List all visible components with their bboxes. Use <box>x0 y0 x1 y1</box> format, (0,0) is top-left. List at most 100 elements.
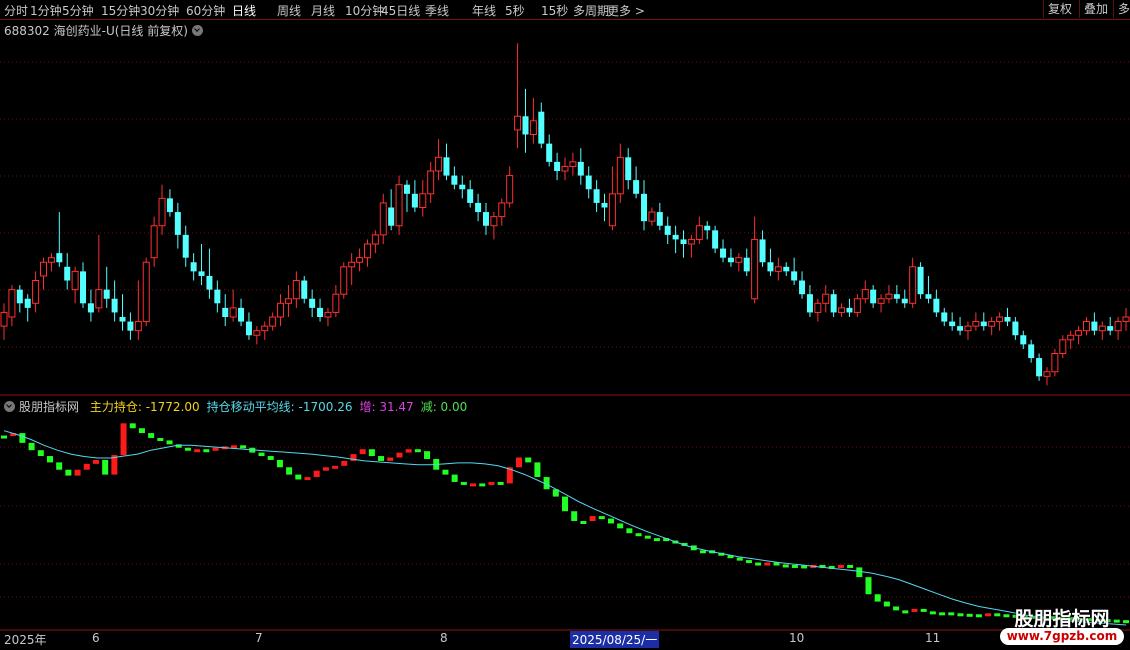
candle-body-90 <box>712 230 719 249</box>
ind-bar-33 <box>304 477 311 481</box>
candle-body-28 <box>222 307 229 317</box>
toolbar-button-0[interactable]: 复权 <box>1043 0 1076 18</box>
chevron-down-icon[interactable] <box>4 401 15 412</box>
candle-body-47 <box>371 234 379 245</box>
candle-body-24 <box>190 262 197 272</box>
candle-body-132 <box>1043 371 1051 377</box>
watermark: 股朋指标网 www.7gpzb.com <box>998 604 1126 646</box>
candle-body-81 <box>641 193 648 222</box>
candle-body-46 <box>363 243 371 259</box>
candle-body-54 <box>427 170 435 195</box>
candle-body-99 <box>783 266 790 272</box>
ind-bar-39 <box>359 449 366 455</box>
tab-period-4[interactable]: 30分钟 <box>140 2 179 19</box>
tab-period-1[interactable]: 1分钟 <box>30 2 62 19</box>
candle-body-51 <box>403 184 410 194</box>
candle-body-124 <box>980 321 987 327</box>
candle-body-117 <box>925 294 932 299</box>
ind-bar-34 <box>313 470 320 478</box>
toolbar-button-1[interactable]: 叠加 <box>1079 0 1112 18</box>
candle-body-63 <box>498 202 506 218</box>
ind-bar-106 <box>975 614 982 618</box>
tab-period-10[interactable]: 45日线 <box>381 2 420 19</box>
toolbar-button-2[interactable]: 多 <box>1113 0 1130 18</box>
ind-bar-14 <box>129 423 136 429</box>
tab-period-16[interactable]: 更多 > <box>607 2 645 19</box>
candle-body-137 <box>1082 321 1090 332</box>
ind-bar-69 <box>635 533 642 537</box>
candle-body-91 <box>720 248 727 258</box>
tab-period-14[interactable]: 15秒 <box>541 2 568 19</box>
candle-body-45 <box>356 257 364 263</box>
candle-body-72 <box>569 161 577 167</box>
tab-period-11[interactable]: 季线 <box>425 2 449 19</box>
candle-body-30 <box>238 307 245 322</box>
candle-body-106 <box>838 307 846 313</box>
candle-body-135 <box>1067 334 1075 341</box>
candle-body-42 <box>332 293 340 313</box>
ind-bar-46 <box>424 451 431 459</box>
ind-bar-20 <box>184 447 191 451</box>
candle-body-84 <box>664 225 671 235</box>
ind-bar-80 <box>736 557 743 561</box>
candle-body-87 <box>687 238 695 245</box>
tab-period-12[interactable]: 年线 <box>472 2 496 19</box>
candle-body-44 <box>348 261 356 268</box>
candle-body-13 <box>103 289 110 299</box>
tab-period-13[interactable]: 5秒 <box>505 2 525 19</box>
candle-body-112 <box>885 293 893 300</box>
ind-bar-16 <box>148 433 155 438</box>
candle-body-97 <box>767 262 774 272</box>
candle-body-95 <box>751 238 759 300</box>
ind-bar-66 <box>607 518 614 524</box>
ind-bar-96 <box>883 601 890 607</box>
moving-average-line <box>3 430 1127 626</box>
tab-period-8[interactable]: 月线 <box>311 2 335 19</box>
tab-period-6[interactable]: 日线 <box>232 2 256 19</box>
indicator-name: 股朋指标网 <box>19 400 80 414</box>
candle-body-36 <box>284 298 292 304</box>
tab-period-2[interactable]: 5分钟 <box>62 2 94 19</box>
candle-body-38 <box>301 280 308 299</box>
ind-bar-0 <box>1 435 7 439</box>
candlestick-chart[interactable] <box>0 20 1130 396</box>
ind-bar-61 <box>562 496 568 512</box>
candle-body-136 <box>1075 330 1083 336</box>
candle-body-67 <box>529 120 537 135</box>
tab-period-15[interactable]: 多周期 <box>573 2 609 19</box>
ind-bar-91 <box>837 564 844 568</box>
candle-body-107 <box>846 307 853 313</box>
ind-bar-81 <box>745 560 752 564</box>
ind-bar-93 <box>856 567 863 578</box>
candle-body-89 <box>704 225 711 231</box>
candle-body-88 <box>695 225 703 240</box>
candle-body-15 <box>119 317 126 322</box>
candle-body-9 <box>71 270 79 291</box>
ind-bar-99 <box>911 608 918 612</box>
tab-period-9[interactable]: 10分钟 <box>345 2 384 19</box>
indicator-chart[interactable] <box>0 414 1130 631</box>
candle-body-82 <box>648 211 656 222</box>
tab-period-7[interactable]: 周线 <box>277 2 301 19</box>
candle-body-56 <box>443 157 450 176</box>
candle-body-33 <box>261 325 269 332</box>
candle-body-83 <box>656 212 663 226</box>
ind-bar-48 <box>442 469 449 475</box>
indicator-value-2: 增: 31.47 <box>359 400 414 414</box>
date-label-0: 2025年 <box>4 633 47 647</box>
ind-bar-23 <box>212 447 219 451</box>
ind-bar-22 <box>203 449 210 453</box>
candle-body-57 <box>451 175 458 185</box>
candle-body-121 <box>957 326 964 331</box>
candle-body-78 <box>616 156 624 195</box>
tab-period-5[interactable]: 60分钟 <box>186 2 225 19</box>
ind-bar-63 <box>580 521 587 524</box>
date-label-5: 11 <box>925 631 941 645</box>
tab-period-0[interactable]: 分时 <box>4 2 28 19</box>
ind-bar-101 <box>929 611 936 615</box>
tab-period-3[interactable]: 15分钟 <box>101 2 140 19</box>
ind-bar-10 <box>92 459 99 464</box>
candle-body-119 <box>941 312 948 322</box>
ind-bar-45 <box>414 449 421 453</box>
date-label-3: 8 <box>440 631 448 645</box>
